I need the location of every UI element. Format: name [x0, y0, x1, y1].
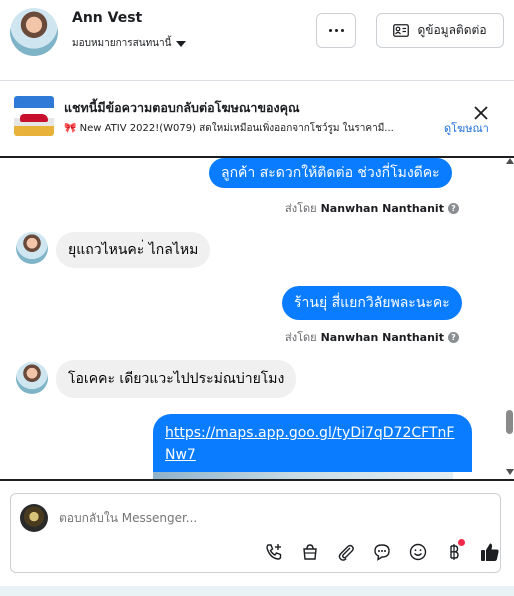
contact-name[interactable]: Ann Vest — [72, 10, 142, 26]
attach-button[interactable] — [328, 541, 364, 563]
message-thread[interactable]: ลูกค้า สะดวกให้ติดต่อ ช่วงกี่โมงดีคะ ส่ง… — [0, 156, 514, 481]
more-dots-icon — [328, 29, 332, 32]
ad-banner-subtitle: 🎀 New ATIV 2022!(W079) สดใหม่เหมือนเพิ่ง… — [64, 123, 394, 134]
thread-scrollbar[interactable] — [504, 156, 514, 481]
call-add-button[interactable] — [256, 541, 292, 563]
page-avatar — [20, 504, 48, 532]
contact-avatar-small — [16, 232, 48, 264]
view-ad-link[interactable]: ดูโฆษณา — [444, 119, 489, 137]
sent-by-label: ส่งโดย Nanwhan Nanthanit ? — [285, 199, 459, 217]
call-add-icon — [266, 544, 282, 560]
shop-button[interactable] — [292, 541, 328, 563]
scroll-thumb[interactable] — [506, 410, 513, 434]
map-link-preview-image[interactable] — [153, 472, 453, 479]
assign-conversation-dropdown[interactable]: มอบหมายการสนทนานี้ — [72, 36, 187, 51]
info-icon[interactable]: ? — [447, 202, 459, 214]
incoming-message[interactable]: ยุแถวไหนคะ่ ไกลไหม — [56, 232, 211, 268]
map-link[interactable]: https://maps.app.goo.gl/tyDi7qD72CFTnFNw… — [165, 422, 460, 466]
incoming-message[interactable]: โอเคคะ เดียวแวะไปประม่ณบ่ายโมง — [56, 360, 297, 398]
view-contact-label: ดูข้อมูลติดต่อ — [417, 23, 487, 37]
footer-strip — [0, 586, 514, 596]
attach-icon — [338, 544, 354, 561]
shop-bag-icon — [303, 544, 317, 560]
sent-by-label: ส่งโดย Nanwhan Nanthanit ? — [285, 328, 459, 346]
contact-avatar-small — [16, 362, 48, 394]
payment-button[interactable] — [436, 539, 472, 563]
thumbs-up-icon — [481, 543, 499, 561]
contact-card-icon — [393, 24, 410, 37]
conversation-header: Ann Vest มอบหมายการสนทนานี้ ดูข้อมูลติดต… — [0, 0, 514, 70]
outgoing-link-message: https://maps.app.goo.gl/tyDi7qD72CFTnFNw… — [153, 414, 472, 472]
ad-banner-title: แชทนี้มีข้อความตอบกลับต่อโฆษณาของคุณ — [64, 100, 300, 115]
saved-reply-icon — [374, 544, 390, 561]
scroll-up-arrow-icon[interactable] — [506, 158, 514, 164]
like-button[interactable] — [472, 541, 508, 563]
assign-label: มอบหมายการสนทนานี้ — [72, 38, 172, 49]
scroll-down-arrow-icon[interactable] — [506, 469, 514, 475]
outgoing-message[interactable]: ร้านยุ่ สี่แยกวิลัยพละนะคะ — [282, 286, 462, 320]
ad-thumbnail[interactable] — [14, 96, 54, 136]
contact-avatar[interactable] — [10, 8, 58, 56]
composer-toolbar — [256, 539, 508, 563]
view-contact-button[interactable]: ดูข้อมูลติดต่อ — [376, 13, 504, 48]
info-icon[interactable]: ? — [447, 331, 459, 343]
emoji-button[interactable] — [400, 541, 436, 563]
car-image — [20, 114, 48, 122]
sender-name: Nanwhan Nanthanit — [320, 201, 444, 215]
reply-input[interactable] — [59, 511, 359, 525]
sender-name: Nanwhan Nanthanit — [320, 330, 444, 344]
sent-by-prefix: ส่งโดย — [285, 331, 317, 344]
chevron-down-icon — [176, 41, 187, 47]
saved-reply-button[interactable] — [364, 541, 400, 563]
outgoing-message[interactable]: ลูกค้า สะดวกให้ติดต่อ ช่วงกี่โมงดีคะ — [209, 158, 452, 188]
emoji-icon — [409, 543, 427, 561]
notification-dot — [458, 539, 465, 546]
ad-reply-banner: แชทนี้มีข้อความตอบกลับต่อโฆษณาของคุณ 🎀 N… — [0, 80, 514, 150]
more-options-button[interactable] — [316, 13, 356, 48]
sent-by-prefix: ส่งโดย — [285, 202, 317, 215]
reply-composer — [10, 493, 501, 573]
